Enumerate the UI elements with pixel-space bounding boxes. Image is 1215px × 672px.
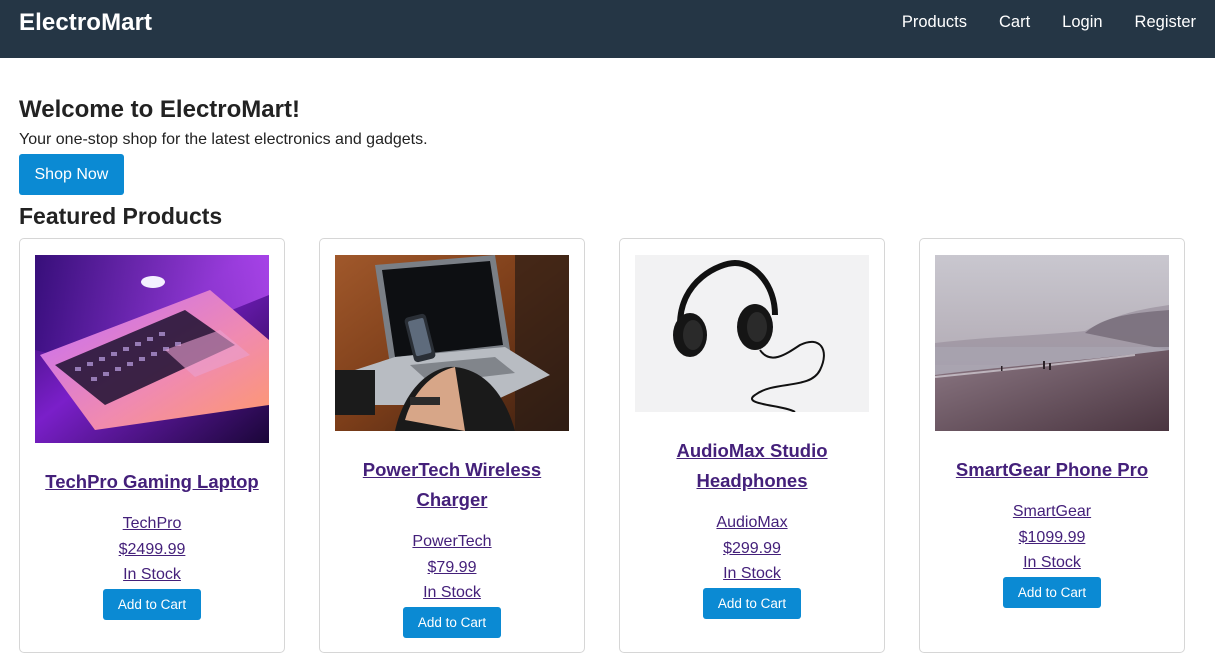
product-grid: TechPro Gaming Laptop TechPro $2499.99 I… — [0, 229, 1215, 659]
product-title-link[interactable]: SmartGear Phone Pro — [932, 455, 1172, 485]
product-stock-link[interactable]: In Stock — [320, 580, 584, 606]
product-brand-link[interactable]: AudioMax — [620, 510, 884, 536]
product-brand-link[interactable]: PowerTech — [320, 529, 584, 555]
nav-links: Products Cart Login Register — [902, 13, 1196, 32]
product-stock-link[interactable]: In Stock — [20, 562, 284, 588]
add-to-cart-button[interactable]: Add to Cart — [702, 587, 802, 619]
product-price-link[interactable]: $79.99 — [320, 555, 584, 581]
product-brand-link[interactable]: TechPro — [20, 511, 284, 537]
headphones-product-image[interactable] — [635, 255, 869, 412]
product-title-link[interactable]: PowerTech Wireless Charger — [332, 455, 572, 515]
product-stock-link[interactable]: In Stock — [920, 550, 1184, 576]
product-price-link[interactable]: $1099.99 — [920, 525, 1184, 551]
product-title-link[interactable]: AudioMax Studio Headphones — [632, 436, 872, 496]
product-title-link[interactable]: TechPro Gaming Laptop — [32, 467, 272, 497]
product-card: SmartGear Phone Pro SmartGear $1099.99 I… — [919, 238, 1185, 653]
add-to-cart-button[interactable]: Add to Cart — [402, 606, 502, 638]
hero-title: Welcome to ElectroMart! — [19, 96, 300, 123]
product-price-link[interactable]: $299.99 — [620, 536, 884, 562]
add-to-cart-button[interactable]: Add to Cart — [1002, 576, 1102, 608]
navbar: ElectroMart Products Cart Login Register — [0, 0, 1215, 58]
nav-link-login[interactable]: Login — [1062, 13, 1102, 32]
product-card: PowerTech Wireless Charger PowerTech $79… — [319, 238, 585, 653]
hero-subtitle: Your one-stop shop for the latest electr… — [19, 131, 428, 148]
add-to-cart-button[interactable]: Add to Cart — [102, 588, 202, 620]
charger-product-image[interactable] — [335, 255, 569, 431]
phone-product-image[interactable] — [935, 255, 1169, 431]
nav-link-cart[interactable]: Cart — [999, 13, 1030, 32]
product-brand-link[interactable]: SmartGear — [920, 499, 1184, 525]
product-price-link[interactable]: $2499.99 — [20, 537, 284, 563]
laptop-product-image[interactable] — [35, 255, 269, 443]
nav-link-products[interactable]: Products — [902, 13, 967, 32]
featured-products-heading: Featured Products — [19, 203, 223, 229]
shop-now-button[interactable]: Shop Now — [19, 154, 124, 195]
product-card: TechPro Gaming Laptop TechPro $2499.99 I… — [19, 238, 285, 653]
brand-logo[interactable]: ElectroMart — [19, 9, 152, 37]
nav-link-register[interactable]: Register — [1135, 13, 1196, 32]
hero-section: Welcome to ElectroMart! Your one-stop sh… — [0, 96, 1215, 195]
product-stock-link[interactable]: In Stock — [620, 561, 884, 587]
product-card: AudioMax Studio Headphones AudioMax $299… — [619, 238, 885, 653]
